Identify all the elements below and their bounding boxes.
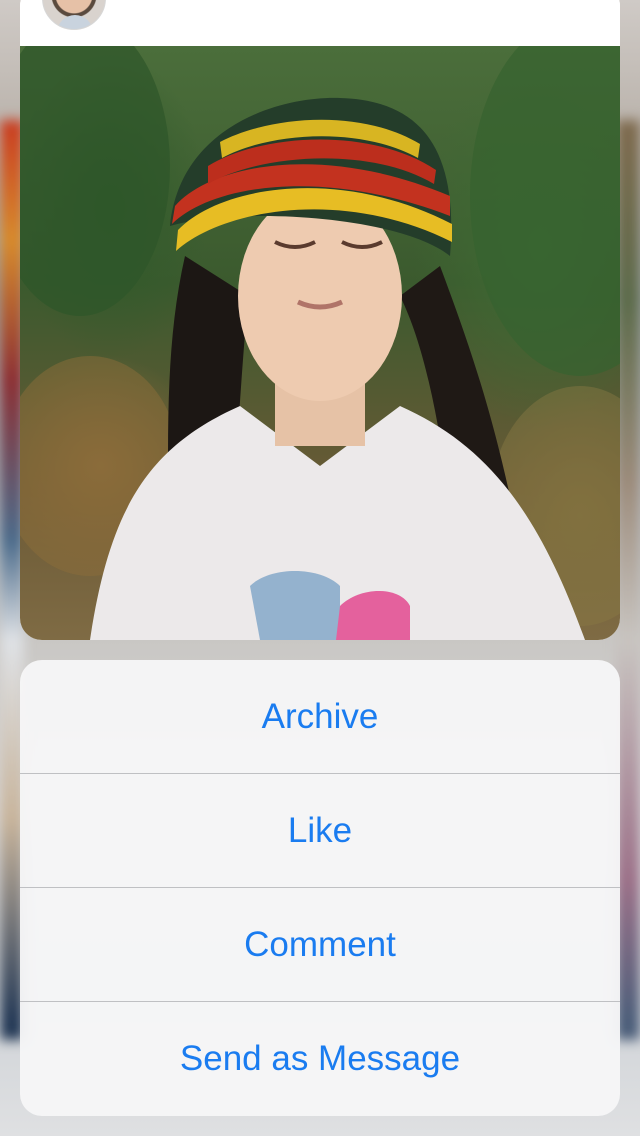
like-button-label: Like xyxy=(287,810,353,850)
avatar-shirt xyxy=(57,15,93,29)
avatar[interactable] xyxy=(42,0,106,30)
like-button[interactable]: Like xyxy=(20,774,620,888)
archive-button-label: Archive xyxy=(261,696,379,736)
archive-button[interactable]: Archive xyxy=(20,660,620,774)
comment-button[interactable]: Comment xyxy=(20,888,620,1002)
foliage-left xyxy=(20,46,170,316)
post-header: andmcc xyxy=(20,0,620,46)
peek-action-menu: Archive Like Comment Send as Message xyxy=(20,660,620,1116)
send-as-message-button-label: Send as Message xyxy=(179,1039,461,1078)
post-photo[interactable] xyxy=(20,46,620,640)
send-as-message-button[interactable]: Send as Message xyxy=(20,1002,620,1116)
comment-button-label: Comment xyxy=(244,924,396,964)
foliage-right xyxy=(470,46,620,376)
post-peek-card[interactable]: andmcc xyxy=(20,0,620,640)
shirt-print-blue xyxy=(250,571,340,640)
post-username[interactable]: andmcc xyxy=(124,0,226,5)
child-photo-illustration xyxy=(20,46,620,640)
screen: andmcc xyxy=(0,0,640,1136)
